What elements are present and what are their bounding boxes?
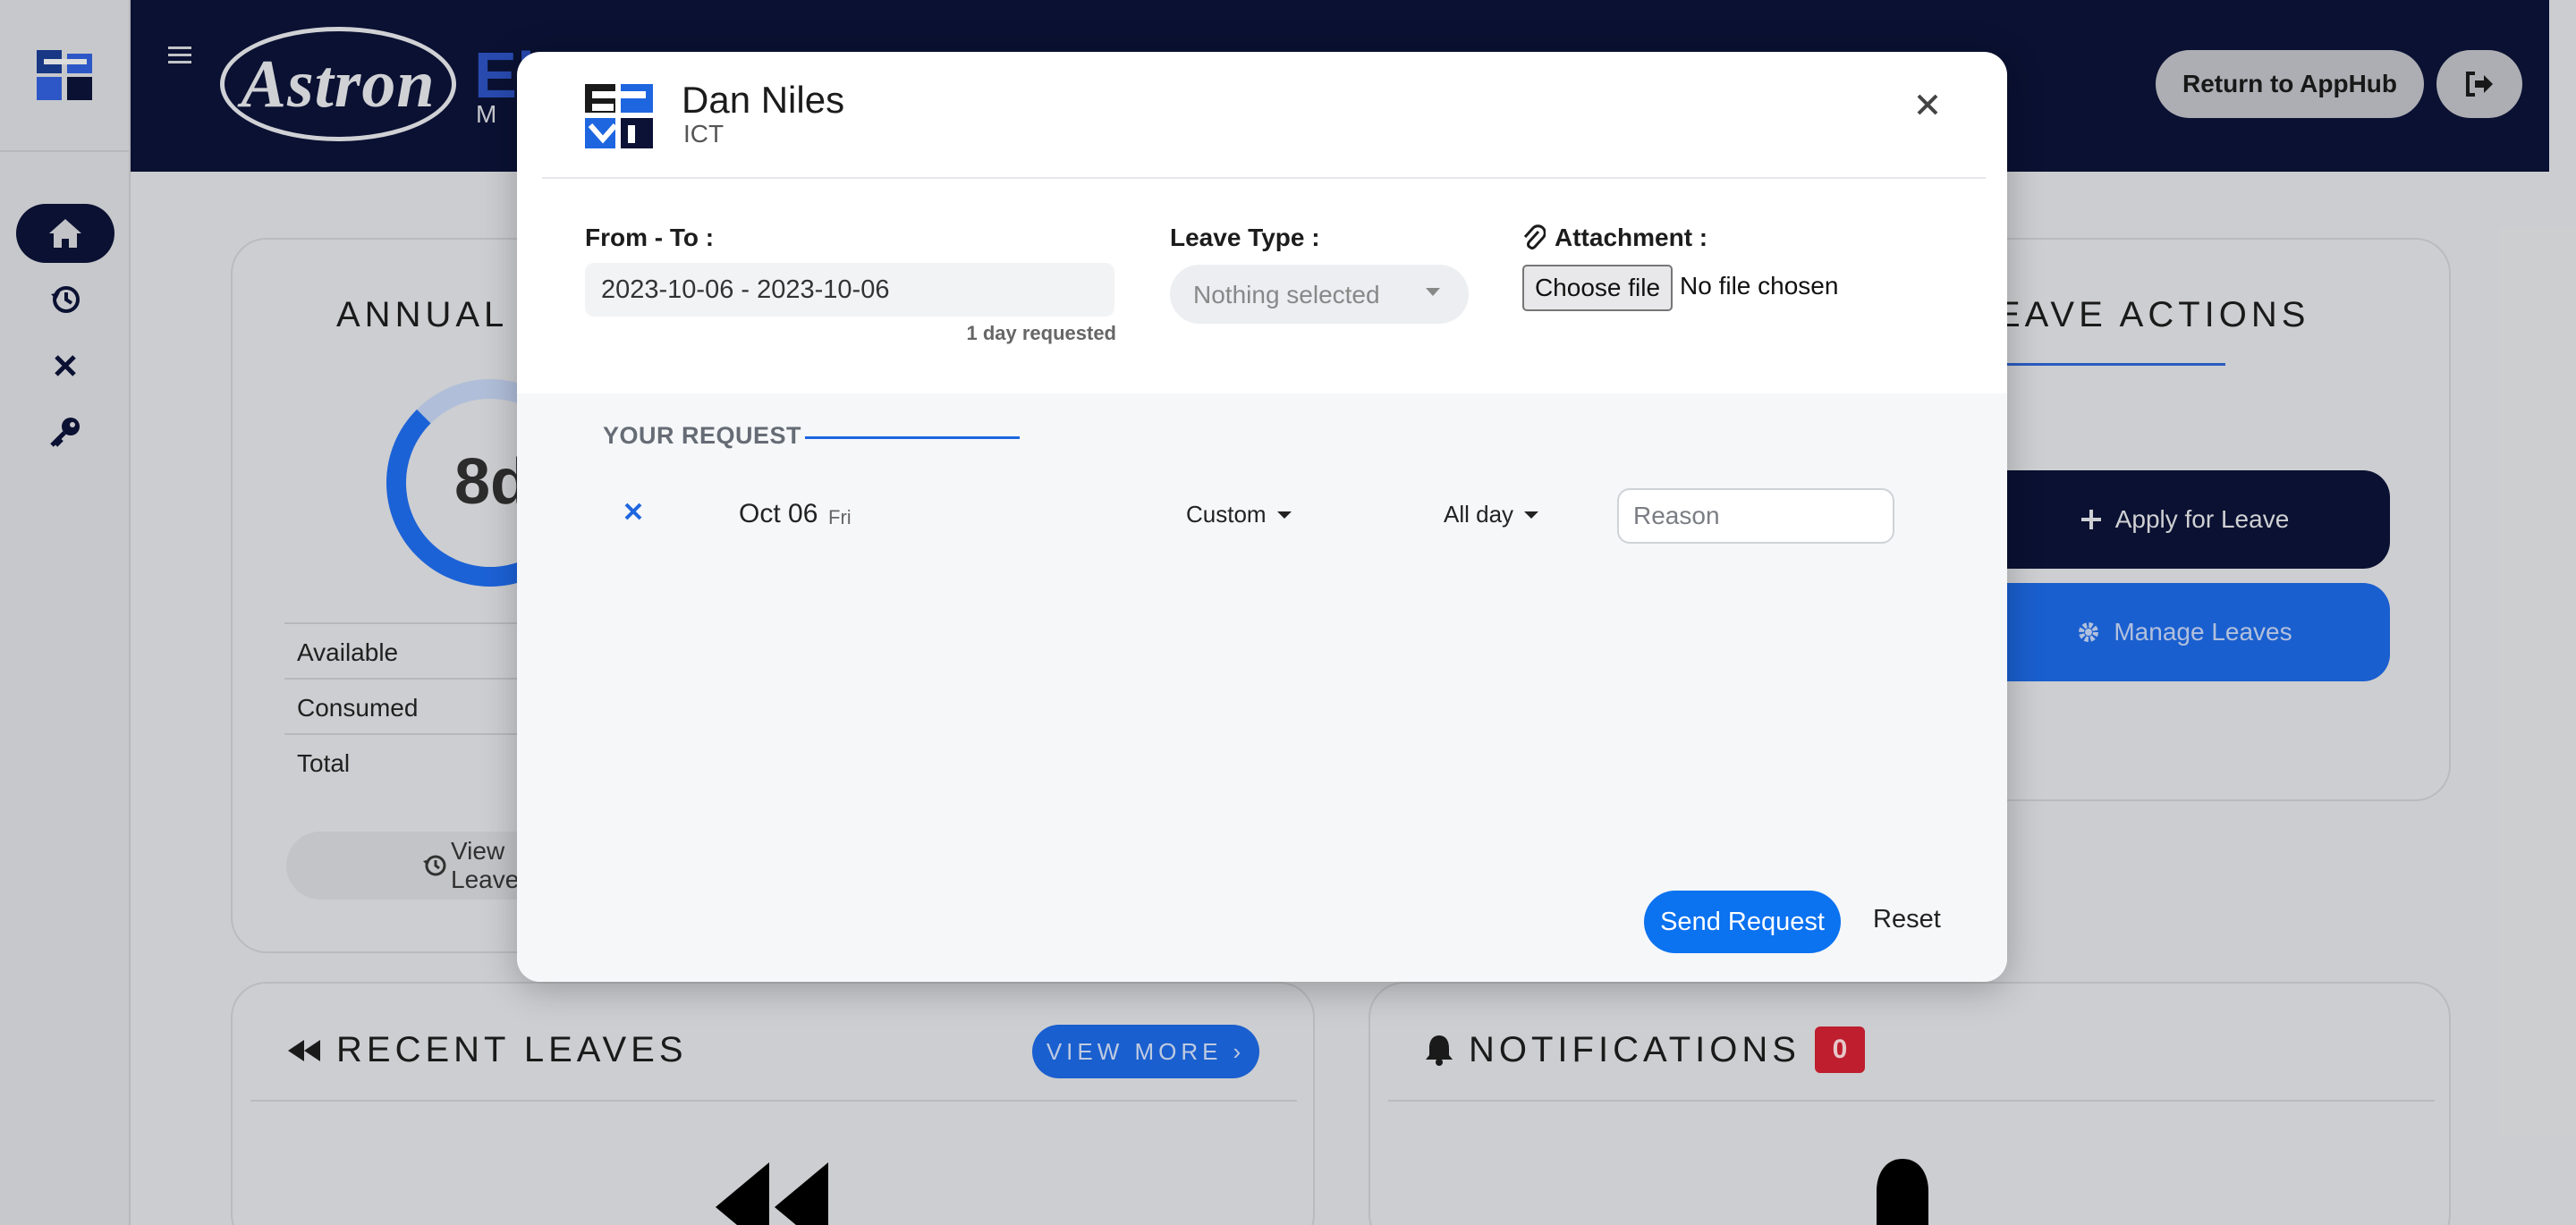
leave-type-select[interactable]: Nothing selected <box>1170 265 1469 324</box>
reason-input[interactable] <box>1617 488 1894 544</box>
request-mode-dropdown[interactable]: Custom <box>1186 501 1292 528</box>
header-divider <box>542 177 1986 179</box>
modal-close-button[interactable] <box>1905 82 1950 127</box>
chevron-down-icon <box>1426 288 1440 296</box>
remove-request-day-button[interactable] <box>615 494 651 529</box>
attachment-label-text: Attachment : <box>1555 224 1708 251</box>
reset-button[interactable]: Reset <box>1873 905 1941 934</box>
request-date: Oct 06 <box>739 499 818 528</box>
your-request-underline <box>805 436 1020 439</box>
close-icon <box>624 503 642 520</box>
send-request-button[interactable]: Send Request <box>1644 891 1841 953</box>
request-weekday: Fri <box>828 506 852 528</box>
employee-department: ICT <box>683 120 724 148</box>
leave-type-label: Leave Type : <box>1170 224 1320 251</box>
modal-header: Dan Niles ICT <box>517 52 2007 177</box>
company-logo-icon <box>585 84 653 148</box>
request-duration-value: All day <box>1444 501 1514 528</box>
file-status-text: No file chosen <box>1680 272 1839 300</box>
attachment-label: Attachment : <box>1522 224 1707 252</box>
days-requested-text: 1 day requested <box>966 322 1116 344</box>
request-mode-value: Custom <box>1186 501 1267 528</box>
paperclip-icon <box>1523 224 1546 249</box>
employee-name: Dan Niles <box>682 79 845 121</box>
chevron-down-icon <box>1524 511 1539 519</box>
close-icon <box>1917 94 1938 115</box>
chevron-down-icon <box>1276 511 1292 519</box>
your-request-title: YOUR REQUEST <box>603 422 802 449</box>
request-duration-dropdown[interactable]: All day <box>1444 501 1539 528</box>
leave-request-modal: Dan Niles ICT From - To : 2023-10-06 - 2… <box>517 52 2007 982</box>
date-range-input[interactable]: 2023-10-06 - 2023-10-06 <box>585 263 1114 317</box>
choose-file-button[interactable]: Choose file <box>1522 265 1673 311</box>
from-to-label: From - To : <box>585 224 715 251</box>
